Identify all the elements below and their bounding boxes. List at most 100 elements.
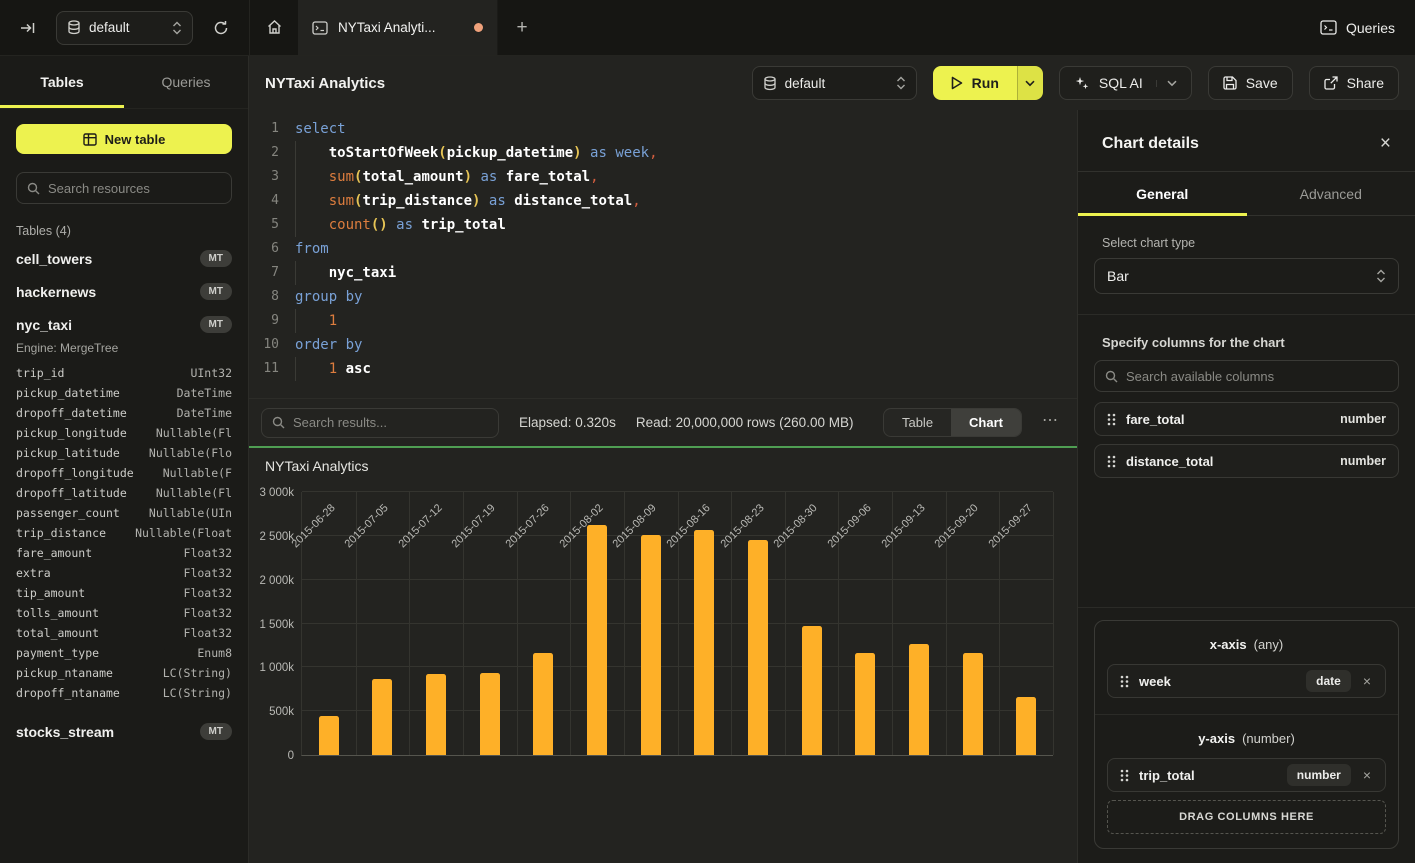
toolbar-database-selector[interactable]: default xyxy=(752,66,917,100)
code-line[interactable]: 9 1 xyxy=(249,309,1077,333)
sql-editor[interactable]: 1select2 toStartOfWeek(pickup_datetime) … xyxy=(249,110,1077,398)
table-row-nyc_taxi[interactable]: nyc_taxiMT xyxy=(0,308,248,341)
column-row[interactable]: trip_distanceNullable(Float xyxy=(0,523,248,543)
run-button[interactable]: Run xyxy=(933,66,1017,100)
close-icon[interactable]: × xyxy=(1380,134,1391,153)
remove-icon[interactable]: × xyxy=(1361,673,1373,689)
drag-handle-icon[interactable] xyxy=(1120,675,1129,688)
run-options-button[interactable] xyxy=(1017,66,1043,100)
column-name: tip_amount xyxy=(16,586,85,600)
sidebar-search[interactable] xyxy=(16,172,232,204)
column-type: Nullable(UIn xyxy=(149,506,232,520)
new-tab-button[interactable]: + xyxy=(498,0,546,55)
line-number: 6 xyxy=(249,237,295,261)
code-line[interactable]: 1select xyxy=(249,117,1077,141)
collapse-sidebar-icon[interactable] xyxy=(14,14,42,42)
column-row[interactable]: tip_amountFloat32 xyxy=(0,583,248,603)
code-line[interactable]: 2 toStartOfWeek(pickup_datetime) as week… xyxy=(249,141,1077,165)
column-row[interactable]: pickup_datetimeDateTime xyxy=(0,383,248,403)
save-button[interactable]: Save xyxy=(1208,66,1293,100)
y-axis-tick-label: 1 500k xyxy=(250,619,294,631)
topbar-left: default xyxy=(0,0,250,55)
chart-view-button[interactable]: Chart xyxy=(951,409,1021,436)
y-axis-tick-label: 1 000k xyxy=(250,662,294,674)
tab-advanced[interactable]: Advanced xyxy=(1247,172,1415,215)
columns-search[interactable] xyxy=(1094,360,1399,392)
x-axis-tick-label: 2015-07-05 xyxy=(343,502,391,550)
code-line[interactable]: 11 1 asc xyxy=(249,357,1077,381)
column-row[interactable]: dropoff_latitudeNullable(Fl xyxy=(0,483,248,503)
available-column-chip-fare_total[interactable]: fare_totalnumber xyxy=(1094,402,1399,436)
code-line[interactable]: 3 sum(total_amount) as fare_total, xyxy=(249,165,1077,189)
y-axis-tick-label: 2 500k xyxy=(250,531,294,543)
code-line[interactable]: 5 count() as trip_total xyxy=(249,213,1077,237)
code-line[interactable]: 10order by xyxy=(249,333,1077,357)
tab-nytaxi-analytics[interactable]: NYTaxi Analyti... xyxy=(298,0,498,55)
sql-ai-options-button[interactable] xyxy=(1156,80,1177,87)
table-view-button[interactable]: Table xyxy=(884,409,951,436)
database-icon xyxy=(67,20,81,35)
sql-ai-label: SQL AI xyxy=(1099,75,1143,91)
column-row[interactable]: dropoff_longitudeNullable(F xyxy=(0,463,248,483)
more-options-button[interactable]: ⋯ xyxy=(1042,410,1065,436)
column-row[interactable]: extraFloat32 xyxy=(0,563,248,583)
code-line[interactable]: 6from xyxy=(249,237,1077,261)
drag-columns-drop-zone[interactable]: DRAG COLUMNS HERE xyxy=(1107,800,1386,834)
new-table-button[interactable]: New table xyxy=(16,124,232,154)
column-row[interactable]: pickup_latitudeNullable(Flo xyxy=(0,443,248,463)
bar xyxy=(963,653,983,755)
chart-title: NYTaxi Analytics xyxy=(265,458,368,474)
results-search-input[interactable] xyxy=(293,415,488,430)
available-column-chip-distance_total[interactable]: distance_totalnumber xyxy=(1094,444,1399,478)
column-row[interactable]: dropoff_datetimeDateTime xyxy=(0,403,248,423)
sidebar-search-input[interactable] xyxy=(48,181,224,196)
y-axis-chip-trip-total[interactable]: trip_total number × xyxy=(1107,758,1386,792)
code-text: count() as trip_total xyxy=(295,213,506,237)
code-line[interactable]: 8group by xyxy=(249,285,1077,309)
code-text: sum(trip_distance) as distance_total, xyxy=(295,189,641,213)
table-row-hackernews[interactable]: hackernewsMT xyxy=(0,275,248,308)
column-row[interactable]: trip_idUInt32 xyxy=(0,363,248,383)
code-line[interactable]: 7 nyc_taxi xyxy=(249,261,1077,285)
tab-general[interactable]: General xyxy=(1078,172,1247,215)
refresh-icon[interactable] xyxy=(207,14,235,42)
table-engine: Engine: MergeTree xyxy=(0,341,248,363)
home-button[interactable] xyxy=(250,0,298,55)
columns-search-input[interactable] xyxy=(1126,369,1388,384)
table-grid-icon xyxy=(83,133,97,146)
bar-chart-plot: 0500k1 000k1 500k2 000k2 500k3 000k2015-… xyxy=(301,492,1053,756)
drag-handle-icon[interactable] xyxy=(1107,413,1116,426)
sql-ai-button[interactable]: SQL AI xyxy=(1059,66,1192,100)
queries-button[interactable]: Queries xyxy=(1320,20,1395,36)
database-selector[interactable]: default xyxy=(56,11,193,45)
sidebar-tab-queries[interactable]: Queries xyxy=(124,56,248,108)
column-row[interactable]: passenger_countNullable(UIn xyxy=(0,503,248,523)
search-icon xyxy=(27,182,40,195)
y-axis-label: y-axis xyxy=(1198,731,1235,746)
queries-label: Queries xyxy=(1346,20,1395,36)
column-row[interactable]: dropoff_ntanameLC(String) xyxy=(0,683,248,703)
drag-handle-icon[interactable] xyxy=(1107,455,1116,468)
code-line[interactable]: 4 sum(trip_distance) as distance_total, xyxy=(249,189,1077,213)
column-row[interactable]: fare_amountFloat32 xyxy=(0,543,248,563)
column-name: trip_distance xyxy=(16,526,106,540)
column-row[interactable]: total_amountFloat32 xyxy=(0,623,248,643)
engine-badge: MT xyxy=(200,250,232,267)
column-row[interactable]: pickup_ntanameLC(String) xyxy=(0,663,248,683)
column-row[interactable]: tolls_amountFloat32 xyxy=(0,603,248,623)
x-axis-chip-week[interactable]: week date × xyxy=(1107,664,1386,698)
chart-type-select[interactable]: Bar xyxy=(1094,258,1399,294)
sidebar-tab-tables[interactable]: Tables xyxy=(0,56,124,108)
results-search[interactable] xyxy=(261,408,499,438)
table-row-cell_towers[interactable]: cell_towers MT xyxy=(0,242,248,275)
table-row-stocks_stream[interactable]: stocks_streamMT xyxy=(0,715,248,748)
column-row[interactable]: pickup_longitudeNullable(Fl xyxy=(0,423,248,443)
column-row[interactable]: payment_typeEnum8 xyxy=(0,643,248,663)
save-icon xyxy=(1223,76,1237,90)
table-name: cell_towers xyxy=(16,251,92,267)
x-axis-tick-label: 2015-07-19 xyxy=(450,502,498,550)
remove-icon[interactable]: × xyxy=(1361,767,1373,783)
share-button[interactable]: Share xyxy=(1309,66,1399,100)
share-icon xyxy=(1324,76,1338,90)
drag-handle-icon[interactable] xyxy=(1120,769,1129,782)
